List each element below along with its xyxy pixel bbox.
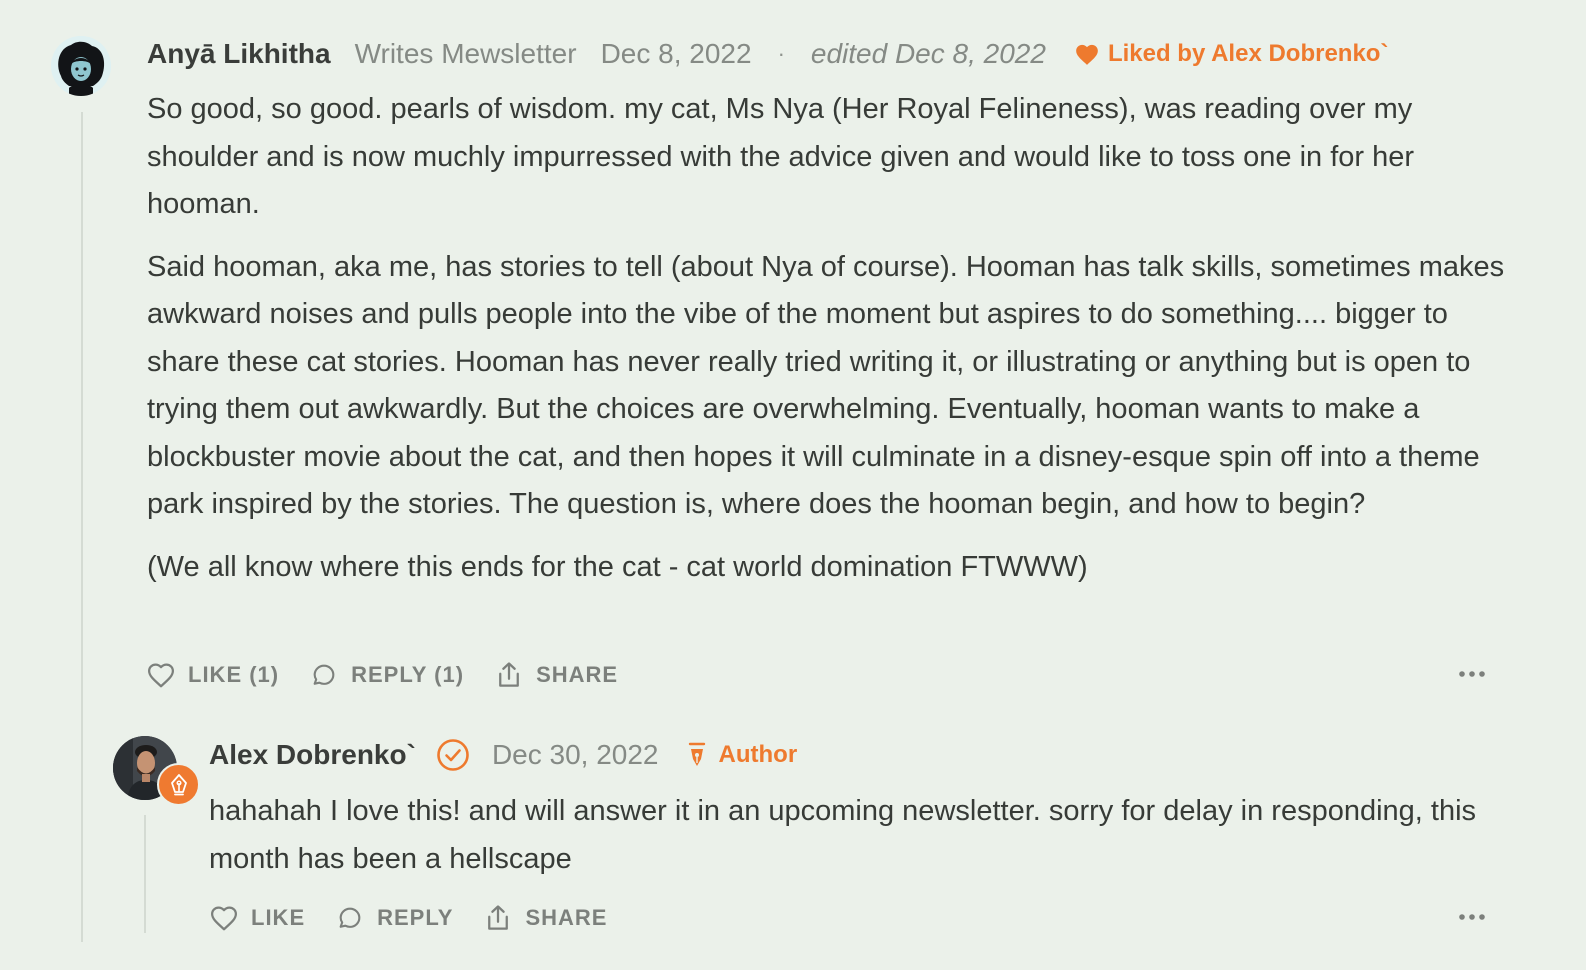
reply-date[interactable]: Dec 30, 2022 [492, 739, 659, 771]
pen-nib-icon [170, 773, 187, 795]
comment: Anyā Likhitha Writes Mewsletter Dec 8, 2… [0, 0, 1586, 970]
heart-icon [211, 906, 237, 931]
author-role-label: Author [718, 741, 798, 768]
author-role-badge: Author [687, 741, 798, 769]
reply-header: Alex Dobrenko` Dec 30, 2022 Author [209, 735, 797, 775]
meta-separator: · [777, 41, 785, 66]
comment-bubble-icon [339, 907, 361, 928]
reply-actions: LIKE REPLY SHARE [209, 898, 637, 938]
comment-paragraph: So good, so good. pearls of wisdom. my c… [147, 93, 1415, 220]
comment-paragraph: (We all know where this ends for the cat… [147, 550, 1088, 583]
comment-body: So good, so good. pearls of wisdom. my c… [147, 86, 1507, 606]
reply-share-label: SHARE [525, 905, 608, 930]
author-badge [157, 763, 200, 806]
reply-button[interactable]: REPLY (1) [309, 661, 464, 689]
share-icon [488, 905, 509, 930]
more-dots-icon [1459, 671, 1485, 677]
reply-reply-label: REPLY [377, 905, 454, 930]
pen-nib-icon [688, 742, 705, 766]
share-label: SHARE [536, 662, 619, 687]
verified-check-icon [436, 738, 470, 772]
reply-share-button[interactable]: SHARE [483, 903, 607, 933]
comment-date[interactable]: Dec 8, 2022 [601, 38, 752, 70]
comment-header: Anyā Likhitha Writes Mewsletter Dec 8, 2… [147, 34, 1388, 74]
share-icon [499, 662, 519, 687]
reply-label: REPLY (1) [351, 662, 465, 687]
more-options-button[interactable] [1452, 659, 1492, 689]
avatar[interactable] [51, 36, 111, 96]
share-button[interactable]: SHARE [494, 660, 618, 690]
reply-reply-button[interactable]: REPLY [335, 904, 453, 932]
heart-icon [148, 663, 174, 688]
thread-line [81, 112, 83, 942]
liked-by-label: Liked by Alex Dobrenko` [1107, 40, 1389, 67]
author-name[interactable]: Anyā Likhitha [147, 38, 331, 70]
like-label: LIKE (1) [188, 662, 280, 687]
reply-thread-line [144, 815, 146, 933]
comment-paragraph: Said hooman, aka me, has stories to tell… [147, 250, 1505, 521]
reply-like-button[interactable]: LIKE [209, 904, 305, 932]
reply-like-label: LIKE [251, 905, 306, 930]
reply-paragraph: hahahah I love this! and will answer it … [209, 795, 1477, 875]
like-button[interactable]: LIKE (1) [146, 661, 279, 689]
reply-author-name[interactable]: Alex Dobrenko` [209, 739, 416, 771]
publication-name[interactable]: Writes Mewsletter [355, 38, 577, 70]
comment-bubble-icon [313, 664, 335, 685]
heart-icon [1076, 44, 1098, 65]
liked-by-badge: Liked by Alex Dobrenko` [1074, 40, 1389, 68]
edited-date: edited Dec 8, 2022 [810, 38, 1046, 69]
comment-actions: LIKE (1) REPLY (1) SHARE [146, 655, 648, 695]
more-dots-icon [1459, 914, 1485, 920]
reply-more-options-button[interactable] [1452, 902, 1492, 932]
reply-body: hahahah I love this! and will answer it … [209, 788, 1509, 883]
